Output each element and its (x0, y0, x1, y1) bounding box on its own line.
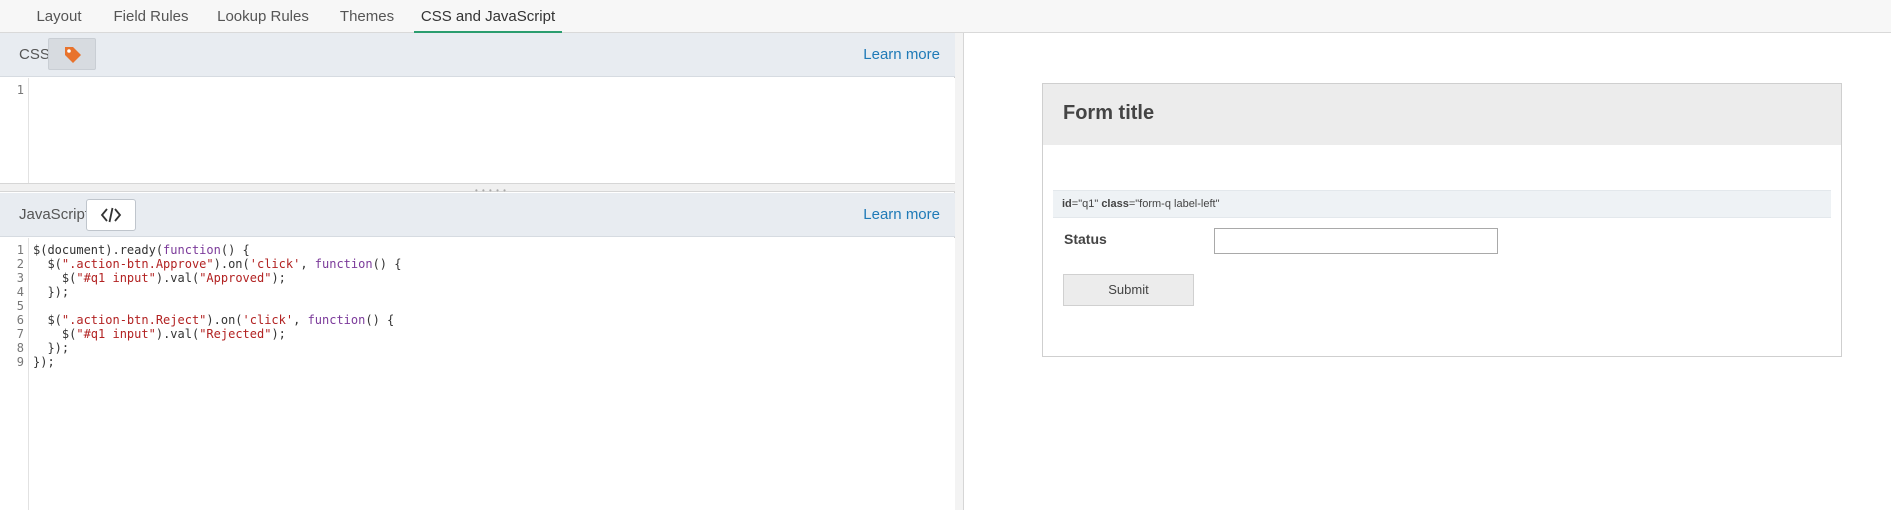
line-number: 9 (16, 355, 24, 369)
js-editor[interactable]: 1 2 3 4 5 6 7 8 9 $(document).ready(func… (0, 238, 955, 510)
line-number: 1 (16, 83, 24, 97)
css-section-header: CSS Learn more (0, 33, 955, 77)
tab-layout[interactable]: Layout (22, 0, 96, 33)
status-input[interactable] (1214, 228, 1498, 254)
tab-css-and-javascript[interactable]: CSS and JavaScript (414, 0, 562, 33)
form-header: Form title (1043, 84, 1841, 145)
question-attribute-text: id="q1" class="form-q label-left" (1062, 198, 1220, 210)
line-number: 8 (16, 341, 24, 355)
code-line: $("#q1 input").val("Rejected"); (33, 327, 286, 341)
css-line-gutter: 1 (0, 78, 29, 183)
line-number: 3 (16, 271, 24, 285)
js-section-label: JavaScript (19, 206, 90, 223)
code-line: $(".action-btn.Approve").on('click', fun… (33, 257, 402, 271)
js-code-button[interactable] (86, 199, 136, 231)
line-number: 6 (16, 313, 24, 327)
vertical-splitter[interactable] (955, 33, 964, 510)
code-panel: CSS Learn more 1 • • • • • JavaScript Le… (0, 33, 955, 510)
form-preview: Form title id="q1" class="form-q label-l… (965, 33, 1891, 510)
js-line-gutter: 1 2 3 4 5 6 7 8 9 (0, 238, 29, 510)
code-icon (100, 205, 122, 230)
line-number: 7 (16, 327, 24, 341)
line-number: 4 (16, 285, 24, 299)
code-line: $(document).ready(function() { (33, 243, 250, 257)
status-label: Status (1064, 231, 1107, 247)
css-learn-more-link[interactable]: Learn more (863, 46, 940, 63)
code-line: }); (33, 355, 55, 369)
line-number: 1 (16, 243, 24, 257)
form-title: Form title (1063, 102, 1155, 124)
line-number: 5 (16, 299, 24, 313)
submit-button[interactable]: Submit (1063, 274, 1194, 306)
css-editor[interactable]: 1 (0, 78, 955, 183)
tab-themes[interactable]: Themes (328, 0, 406, 33)
line-number: 2 (16, 257, 24, 271)
js-section-header: JavaScript Learn more (0, 193, 955, 237)
tab-field-rules[interactable]: Field Rules (104, 0, 198, 33)
code-line: $("#q1 input").val("Approved"); (33, 271, 286, 285)
question-attribute-strip: id="q1" class="form-q label-left" (1053, 190, 1831, 218)
code-line: }); (33, 285, 70, 299)
code-line: $(".action-btn.Reject").on('click', func… (33, 313, 395, 327)
horizontal-splitter[interactable]: • • • • • (0, 183, 955, 195)
tab-bar: Layout Field Rules Lookup Rules Themes C… (0, 0, 1891, 33)
css-section-label: CSS (19, 46, 50, 63)
tab-lookup-rules[interactable]: Lookup Rules (206, 0, 320, 33)
js-learn-more-link[interactable]: Learn more (863, 206, 940, 223)
css-tag-button[interactable] (48, 38, 96, 70)
code-line: }); (33, 341, 70, 355)
tag-icon (63, 45, 83, 70)
form-card: Form title id="q1" class="form-q label-l… (1042, 83, 1842, 357)
